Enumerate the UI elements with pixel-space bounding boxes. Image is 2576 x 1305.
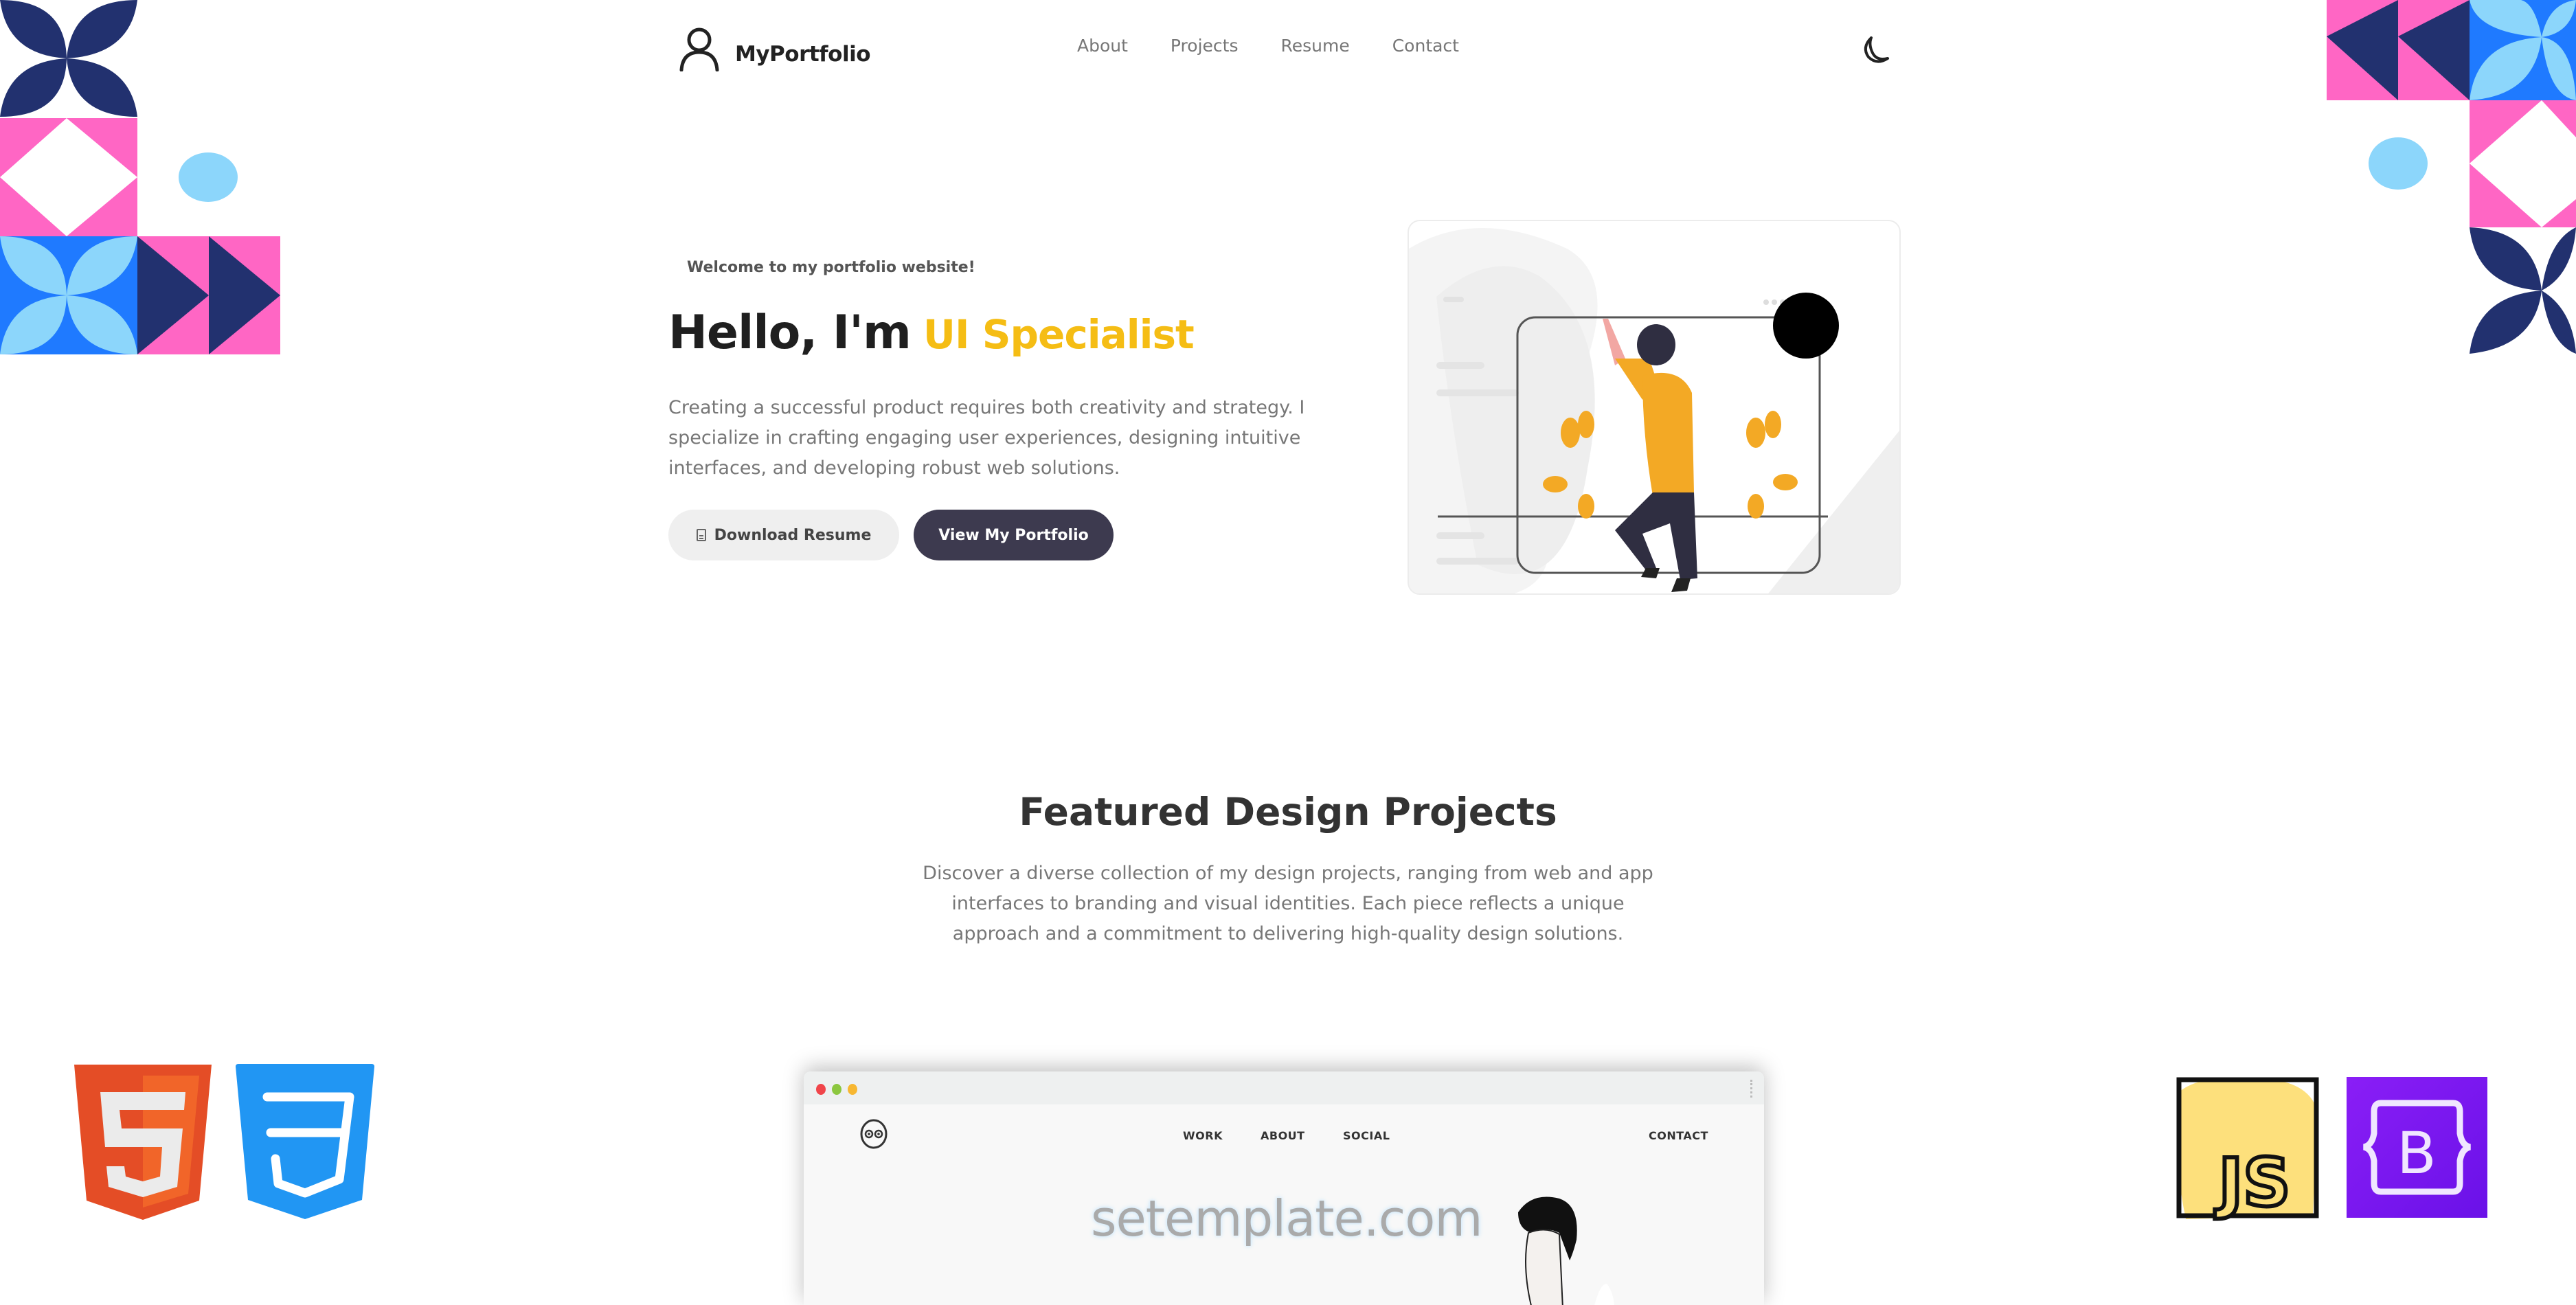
decor-top-left <box>0 0 280 354</box>
download-resume-button[interactable]: Download Resume <box>668 510 899 560</box>
hero-title-accent: UI Specialist <box>923 311 1195 358</box>
mockup-nav-social: SOCIAL <box>1343 1129 1390 1142</box>
view-portfolio-button[interactable]: View My Portfolio <box>914 510 1114 560</box>
brand-name: MyPortfolio <box>735 42 871 67</box>
owl-icon <box>860 1119 888 1149</box>
mockup-nav-work: WORK <box>1183 1129 1223 1142</box>
css3-logo-icon <box>236 1064 374 1219</box>
mockup-character-illustration <box>1518 1196 1614 1305</box>
nav-link-resume[interactable]: Resume <box>1280 36 1349 56</box>
petal-tile-navy <box>0 0 137 117</box>
close-dot-icon <box>816 1084 826 1095</box>
nav-link-contact[interactable]: Contact <box>1392 36 1459 56</box>
hero-title-prefix: Hello, I'm <box>668 306 912 360</box>
illustration-woman-at-board <box>1409 228 1899 593</box>
mockup-nav-about: ABOUT <box>1261 1129 1305 1142</box>
user-icon <box>679 27 719 71</box>
decor-top-right <box>2327 0 2576 354</box>
welcome-text: Welcome to my portfolio website! <box>687 259 975 276</box>
hero-illustration <box>1408 220 1901 595</box>
moon-icon[interactable] <box>1856 31 1895 69</box>
decor-circle <box>179 152 238 202</box>
bootstrap-logo-text: B <box>2397 1120 2437 1187</box>
bootstrap-logo-icon: B <box>2347 1077 2487 1218</box>
download-resume-label: Download Resume <box>714 526 872 544</box>
featured-description: Discover a diverse collection of my desi… <box>923 863 1653 944</box>
main-nav: About Projects Resume Contact <box>1077 36 1502 56</box>
hero-title: Hello, I'm UI Specialist <box>668 306 1195 360</box>
project-preview-browser[interactable]: WORK ABOUT SOCIAL CONTACT <box>804 1071 1764 1305</box>
nav-link-about[interactable]: About <box>1077 36 1128 56</box>
maximize-dot-icon <box>832 1084 841 1095</box>
js-logo-text: JS <box>2215 1144 2291 1221</box>
mockup-nav-contact: CONTACT <box>1649 1129 1708 1142</box>
file-icon <box>696 529 706 541</box>
kebab-menu-icon <box>1750 1080 1754 1098</box>
minimize-dot-icon <box>848 1084 857 1095</box>
javascript-logo-icon: JS <box>2176 1077 2319 1223</box>
nav-link-projects[interactable]: Projects <box>1171 36 1239 56</box>
browser-titlebar <box>804 1071 1764 1104</box>
html5-logo-icon <box>74 1065 212 1220</box>
nav-brand[interactable]: MyPortfolio <box>679 26 871 71</box>
hero-description: Creating a successful product requires b… <box>668 397 1305 479</box>
featured-title: Featured Design Projects <box>1019 790 1557 834</box>
watermark-text: setemplate.com <box>1091 1190 1482 1247</box>
